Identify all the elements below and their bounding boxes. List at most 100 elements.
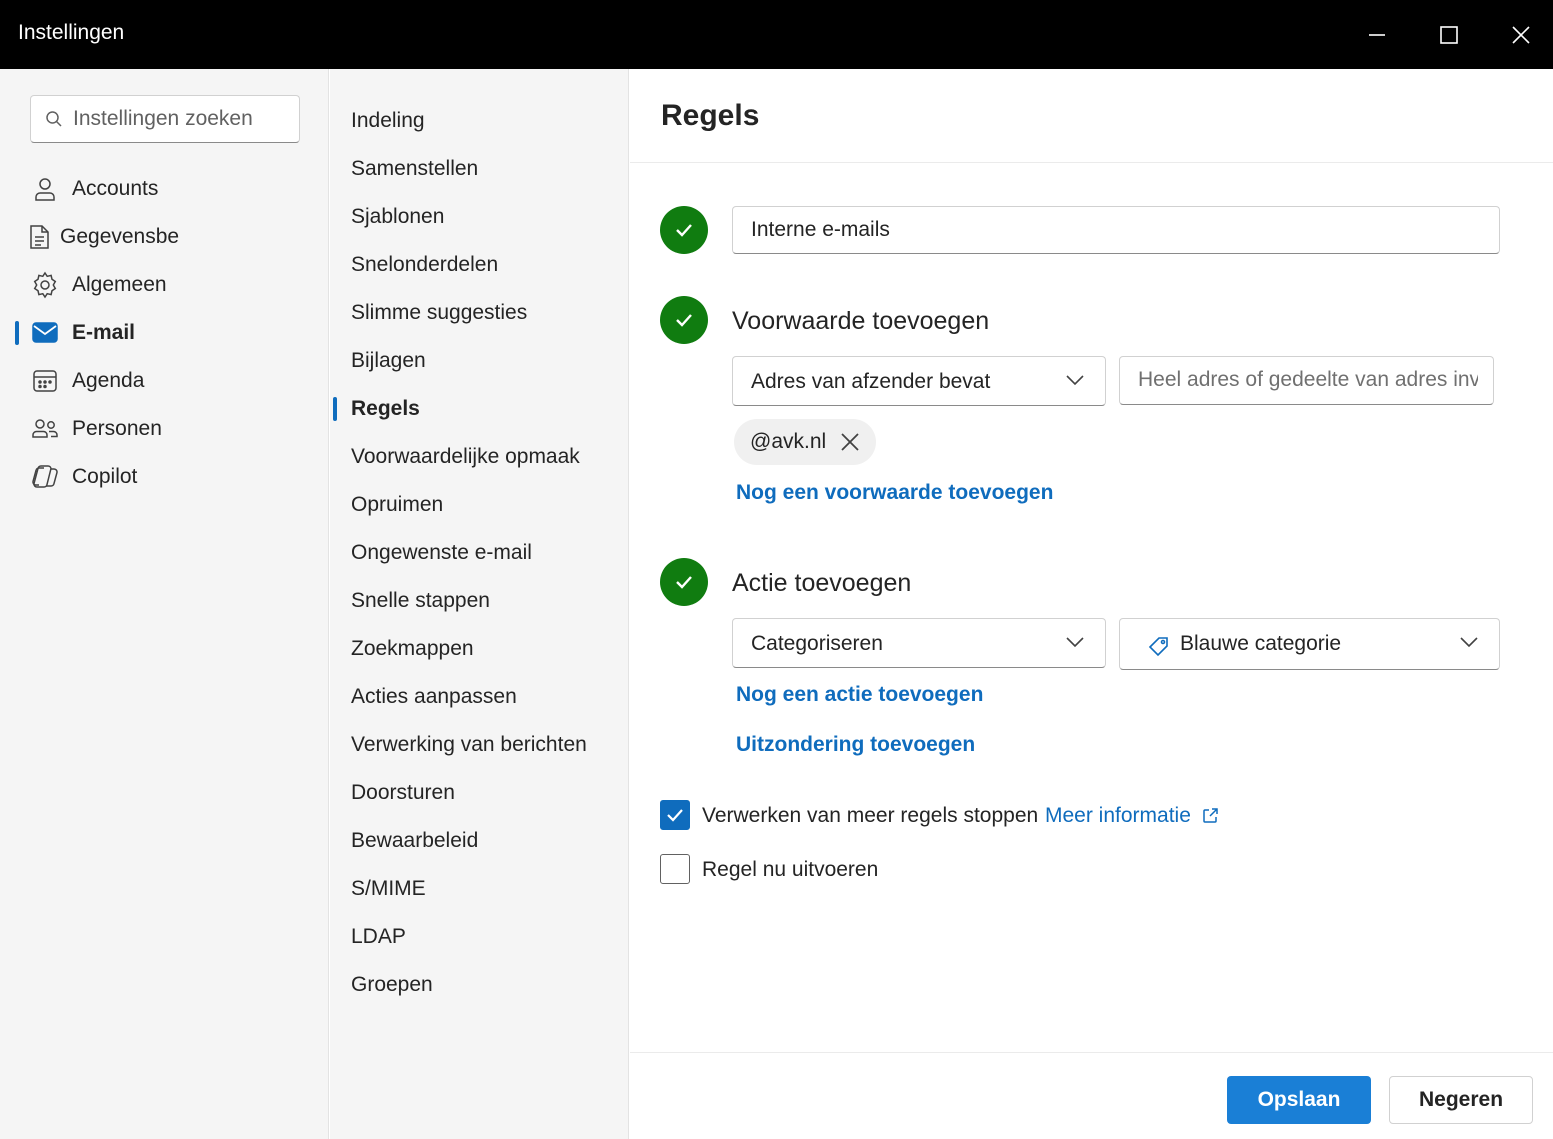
submenu-item-zoekmappen[interactable]: Zoekmappen [330,627,629,671]
submenu-item-indeling[interactable]: Indeling [330,99,629,143]
nav-item-label: Gegevensbe [60,225,180,248]
submenu-item-ongewenste-email[interactable]: Ongewenste e-mail [330,531,629,575]
step-complete-icon [660,558,708,606]
submenu-item-label: Sjablonen [351,205,445,228]
submenu-item-voorwaardelijke-opmaak[interactable]: Voorwaardelijke opmaak [330,435,629,479]
submenu-item-bijlagen[interactable]: Bijlagen [330,339,629,383]
action-dropdown[interactable]: Categoriseren [732,618,1106,668]
person-icon [30,174,60,204]
window-title: Instellingen [18,21,125,44]
submenu-item-samenstellen[interactable]: Samenstellen [330,147,629,191]
add-condition-link[interactable]: Nog een voorwaarde toevoegen [736,481,1053,505]
submenu-item-acties-aanpassen[interactable]: Acties aanpassen [330,675,629,719]
submenu-item-groepen[interactable]: Groepen [330,963,629,1007]
submenu-item-label: Opruimen [351,493,444,516]
remove-chip-button[interactable] [840,432,860,452]
selection-indicator [15,321,19,345]
address-input[interactable] [1138,365,1478,395]
copilot-icon [30,462,60,492]
submenu-item-doorsturen[interactable]: Doorsturen [330,771,629,815]
divider [630,162,1553,163]
submenu-item-slimme-suggesties[interactable]: Slimme suggesties [330,291,629,335]
nav-item-label: E-mail [72,321,136,344]
submenu-item-snelonderdelen[interactable]: Snelonderdelen [330,243,629,287]
submenu-item-label: LDAP [351,925,406,948]
chevron-down-icon [1065,635,1085,653]
nav-item-label: Agenda [72,369,145,392]
checkmark-icon [667,809,683,822]
submenu-item-label: Regels [351,397,420,420]
submenu-item-label: Zoekmappen [351,637,474,660]
submenu-item-regels[interactable]: Regels [330,387,629,431]
calendar-icon [30,366,60,396]
divider [630,1052,1553,1053]
search-input[interactable] [73,104,293,134]
nav-item-gegevensbe[interactable]: Gegevensbe [0,215,329,259]
submenu-item-label: Snelle stappen [351,589,490,612]
category-dropdown[interactable]: Blauwe categorie [1119,618,1500,670]
nav-item-algemeen[interactable]: Algemeen [0,263,329,307]
nav-item-label: Accounts [72,177,159,200]
submenu-item-opruimen[interactable]: Opruimen [330,483,629,527]
mail-icon [30,318,60,348]
nav-item-label: Algemeen [72,273,167,296]
submenu-item-label: Doorsturen [351,781,455,804]
save-button[interactable]: Opslaan [1227,1076,1371,1124]
submenu-item-snelle-stappen[interactable]: Snelle stappen [330,579,629,623]
rule-name-field[interactable] [732,206,1500,254]
run-now-checkbox[interactable] [660,854,690,884]
settings-search[interactable] [30,95,300,143]
submenu-item-bewaarbeleid[interactable]: Bewaarbeleid [330,819,629,863]
people-icon [30,414,60,444]
rule-editor: Regels Voorwaarde toevoegen Adres van af… [630,69,1553,1139]
chevron-down-icon [1065,373,1085,391]
category-dropdown-value: Blauwe categorie [1180,632,1342,655]
submenu-item-label: Verwerking van berichten [351,733,587,756]
submenu-item-ldap[interactable]: LDAP [330,915,629,959]
submenu-item-sjablonen[interactable]: Sjablonen [330,195,629,239]
close-button[interactable] [1485,0,1553,69]
email-settings-menu: Indeling Samenstellen Sjablonen Snelonde… [330,69,629,1139]
submenu-item-smime[interactable]: S/MIME [330,867,629,911]
submenu-item-verwerking-van-berichten[interactable]: Verwerking van berichten [330,723,629,767]
nav-item-agenda[interactable]: Agenda [0,359,329,403]
minimize-icon [1369,33,1385,36]
add-exception-link[interactable]: Uitzondering toevoegen [736,733,975,757]
submenu-item-label: Slimme suggesties [351,301,528,324]
submenu-item-label: Ongewenste e-mail [351,541,532,564]
nav-item-label: Personen [72,417,162,440]
close-icon [841,433,859,451]
nav-item-copilot[interactable]: Copilot [0,455,329,499]
page-title: Regels [661,99,760,132]
add-action-link[interactable]: Nog een actie toevoegen [736,683,983,707]
address-field[interactable] [1119,356,1494,405]
condition-dropdown-value: Adres van afzender bevat [751,370,991,393]
submenu-item-label: Snelonderdelen [351,253,499,276]
settings-nav: Accounts Gegevensbe Algemeen E-mail Agen… [0,69,329,1139]
nav-item-personen[interactable]: Personen [0,407,329,451]
nav-item-label: Copilot [72,465,138,488]
condition-dropdown[interactable]: Adres van afzender bevat [732,356,1106,406]
maximize-button[interactable] [1413,0,1485,69]
close-icon [1512,25,1530,44]
chevron-down-icon [1459,635,1479,653]
rule-name-input[interactable] [751,215,1481,245]
discard-button[interactable]: Negeren [1389,1076,1533,1124]
nav-item-accounts[interactable]: Accounts [0,167,329,211]
title-bar: Instellingen [0,0,1553,69]
more-info-label: Meer informatie [1045,804,1191,827]
step-complete-icon [660,206,708,254]
submenu-item-label: S/MIME [351,877,426,900]
search-icon [45,110,63,133]
stop-processing-checkbox[interactable] [660,800,690,830]
submenu-item-label: Bijlagen [351,349,426,372]
maximize-icon [1440,25,1458,44]
submenu-item-label: Samenstellen [351,157,479,180]
nav-item-email[interactable]: E-mail [0,311,329,355]
document-icon [24,222,54,252]
more-info-link[interactable]: Meer informatie [1045,804,1219,828]
external-link-icon [1203,808,1218,823]
minimize-button[interactable] [1341,0,1413,69]
tag-icon [1148,635,1170,662]
submenu-item-label: Indeling [351,109,425,132]
